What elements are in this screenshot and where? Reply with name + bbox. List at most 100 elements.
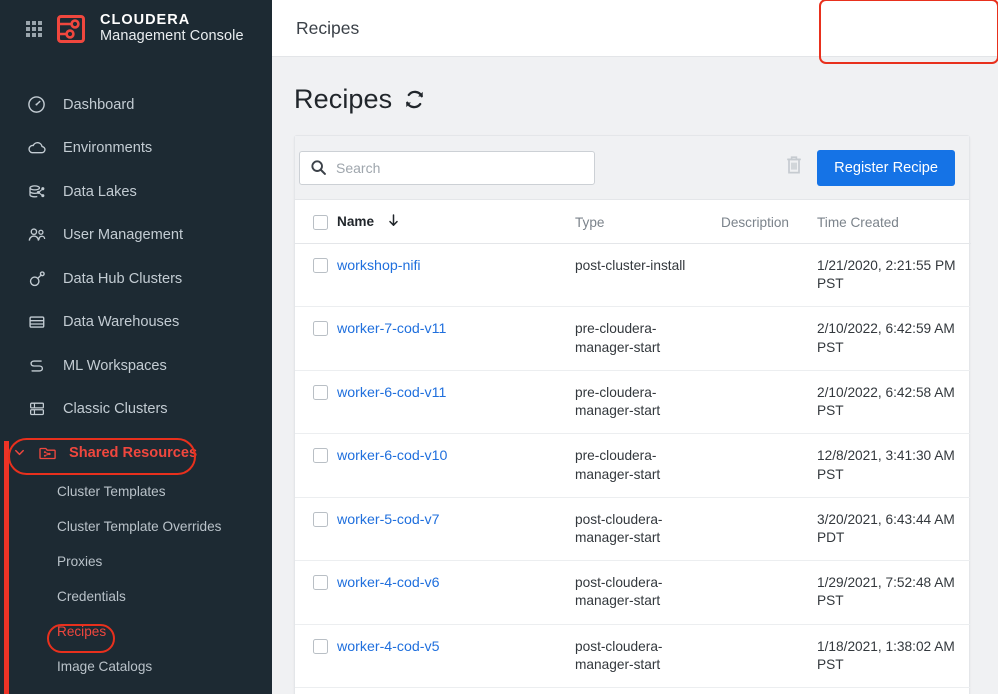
sidebar-item-image-catalogs[interactable]: Image Catalogs (0, 649, 272, 684)
page-header: Recipes (272, 57, 998, 115)
table-row: workshop-nifi post-cluster-install 1/21/20… (295, 243, 971, 308)
table-row: worker-3-cod-v4post-cloudera-manager-sta… (295, 687, 971, 694)
brand-header: CLOUDERA Management Console (0, 0, 272, 57)
cell-name: workshop-nifi (337, 243, 575, 308)
row-checkbox-cell (295, 370, 337, 435)
brand-text: CLOUDERA Management Console (100, 11, 244, 44)
row-checkbox[interactable] (313, 321, 328, 337)
recipe-link[interactable]: worker-5-cod-v7 (337, 512, 440, 528)
cell-description (721, 687, 817, 694)
cell-type: post-cloudera-manager-start (575, 624, 721, 689)
sidebar-item-data-warehouses[interactable]: Data Warehouses (0, 301, 272, 345)
sidebar-subitem-label: Credentials (57, 589, 126, 604)
sidebar-subitem-label: Cluster Template Overrides (57, 519, 222, 534)
row-checkbox[interactable] (313, 638, 328, 654)
sidebar-subitem-label: Image Catalogs (57, 659, 153, 674)
row-checkbox[interactable] (313, 511, 328, 527)
cell-type: pre-cloudera-manager-start (575, 370, 721, 435)
table-row: worker-5-cod-v7 post-cloudera-manager-sta… (295, 497, 971, 562)
row-checkbox[interactable] (313, 448, 328, 464)
cell-time-created: 3/20/2021, 6:43:44 AM PDT (817, 497, 971, 562)
column-header-time-created[interactable]: Time Created (817, 200, 971, 244)
column-header-type[interactable]: Type (575, 200, 721, 244)
row-checkbox[interactable] (313, 384, 328, 400)
refresh-icon[interactable] (404, 89, 425, 110)
trash-icon (784, 154, 804, 181)
column-header-name[interactable]: Name (337, 200, 575, 244)
sidebar-item-label: User Management (63, 227, 184, 244)
sidebar-group-label: Shared Resources (69, 444, 198, 461)
row-checkbox-cell (295, 560, 337, 625)
cell-description (721, 624, 817, 689)
sidebar-item-dashboard[interactable]: Dashboard (0, 83, 272, 127)
app-root: CLOUDERA Management Console Dashboard En… (0, 0, 998, 694)
recipe-link[interactable]: worker-4-cod-v5 (337, 639, 440, 655)
sidebar-item-recipes[interactable]: Recipes (0, 614, 272, 649)
cell-name: worker-3-cod-v4 (337, 687, 575, 694)
cell-name: worker-7-cod-v11 (337, 306, 575, 371)
sidebar-item-environments[interactable]: Environments (0, 127, 272, 171)
brand-subtitle: Management Console (100, 27, 244, 44)
server-rack-icon (26, 399, 47, 420)
sidebar-item-cluster-templates[interactable]: Cluster Templates (0, 474, 272, 509)
cell-description (721, 560, 817, 625)
gauge-icon (26, 94, 47, 115)
sidebar-item-label: ML Workspaces (63, 357, 167, 374)
chevron-down-icon (12, 446, 26, 459)
column-header-description[interactable]: Description (721, 200, 817, 244)
database-icon (26, 312, 47, 333)
sidebar-item-label: Classic Clusters (63, 401, 168, 418)
cell-time-created: 1/29/2021, 7:52:48 AM PST (817, 560, 971, 625)
cell-type: pre-cloudera-manager-start (575, 433, 721, 498)
recipes-table: Name Type Description Time Created works… (295, 200, 971, 694)
sidebar-item-data-hub-clusters[interactable]: Data Hub Clusters (0, 257, 272, 301)
sidebar-item-label: Environments (63, 140, 153, 157)
cell-type: post-cloudera-manager-start (575, 687, 721, 694)
sidebar: CLOUDERA Management Console Dashboard En… (0, 0, 272, 694)
table-body: workshop-nifi post-cluster-install 1/21/20… (295, 243, 971, 694)
data-hub-icon (26, 268, 47, 289)
select-all-header (295, 200, 337, 244)
sidebar-item-label: Dashboard (63, 96, 135, 113)
select-all-checkbox[interactable] (313, 214, 328, 230)
cloudera-logo-icon (56, 14, 86, 44)
sidebar-item-proxies[interactable]: Proxies (0, 544, 272, 579)
cell-name: worker-5-cod-v7 (337, 497, 575, 562)
recipe-link[interactable]: worker-6-cod-v11 (337, 385, 446, 401)
search-field (299, 150, 595, 185)
sidebar-item-label: Data Lakes (63, 183, 137, 200)
row-checkbox[interactable] (313, 258, 328, 273)
row-checkbox-cell (295, 243, 337, 308)
recipe-link[interactable]: workshop-nifi (337, 258, 421, 274)
sidebar-item-cluster-template-overrides[interactable]: Cluster Template Overrides (0, 509, 272, 544)
table-row: worker-7-cod-v11 pre-cloudera-manager-sta… (295, 306, 971, 371)
table-header-row: Name Type Description Time Created (295, 200, 971, 244)
table-toolbar: Register Recipe (295, 136, 969, 200)
row-checkbox-cell (295, 497, 337, 562)
search-input[interactable] (299, 150, 595, 185)
row-checkbox-cell (295, 433, 337, 498)
table-header: Name Type Description Time Created (295, 200, 971, 244)
recipe-link[interactable]: worker-4-cod-v6 (337, 575, 440, 591)
row-checkbox-cell (295, 687, 337, 694)
cloud-icon (26, 138, 47, 159)
table-row: worker-6-cod-v11 pre-cloudera-manager-sta… (295, 370, 971, 435)
cell-name: worker-6-cod-v11 (337, 370, 575, 435)
row-checkbox[interactable] (313, 575, 328, 591)
app-grid-icon[interactable] (26, 20, 42, 37)
sidebar-item-ml-workspaces[interactable]: ML Workspaces (0, 344, 272, 388)
recipe-link[interactable]: worker-7-cod-v11 (337, 321, 446, 337)
sidebar-item-classic-clusters[interactable]: Classic Clusters (0, 388, 272, 432)
brand-name: CLOUDERA (100, 11, 191, 28)
register-recipe-button[interactable]: Register Recipe (817, 149, 955, 186)
sidebar-item-user-management[interactable]: User Management (0, 214, 272, 258)
cell-time-created: 12/14/2020, 3:57:54 PM PST (817, 687, 971, 694)
sidebar-subitem-label: Cluster Templates (57, 484, 166, 499)
cell-time-created: 12/8/2021, 3:41:30 AM PST (817, 433, 971, 498)
recipe-link[interactable]: worker-6-cod-v10 (337, 448, 447, 464)
sidebar-item-data-lakes[interactable]: Data Lakes (0, 170, 272, 214)
cell-description (721, 306, 817, 371)
sidebar-group-shared-resources[interactable]: Shared Resources (0, 431, 272, 474)
sidebar-item-credentials[interactable]: Credentials (0, 579, 272, 614)
delete-button[interactable] (781, 153, 807, 183)
